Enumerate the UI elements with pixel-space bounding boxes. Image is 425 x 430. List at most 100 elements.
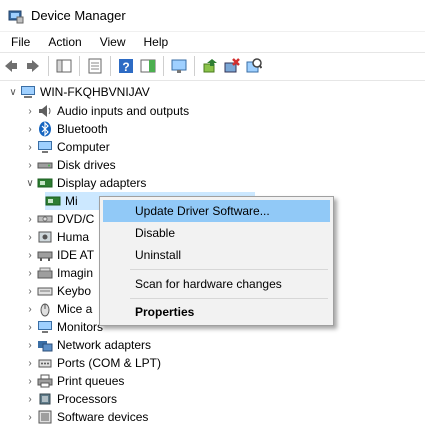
help-icon[interactable]: ?: [115, 55, 137, 77]
chevron-right-icon[interactable]: ›: [23, 318, 37, 336]
chevron-right-icon[interactable]: ›: [23, 210, 37, 228]
tree-item-bluetooth[interactable]: › Bluetooth: [23, 120, 108, 138]
chevron-right-icon[interactable]: ›: [23, 372, 37, 390]
network-adapter-icon: [38, 341, 53, 352]
menu-item-label: Uninstall: [135, 248, 182, 262]
monitor-icon: [38, 321, 52, 333]
tree-item-hid[interactable]: › Huma: [23, 228, 89, 246]
imaging-device-icon: [37, 267, 53, 279]
toolbar-separator: [48, 56, 49, 76]
show-hide-tree-icon[interactable]: [53, 55, 75, 77]
properties-icon[interactable]: [84, 55, 106, 77]
toolbar-separator: [194, 56, 195, 76]
tree-item-network[interactable]: › Network adapters: [23, 336, 151, 354]
menu-view[interactable]: View: [89, 35, 133, 49]
chevron-right-icon[interactable]: ›: [23, 354, 37, 372]
tree-item-label: Mice a: [57, 302, 93, 316]
device-manager-app-icon: [8, 10, 24, 23]
chevron-right-icon[interactable]: ›: [23, 156, 37, 174]
tree-item-audio[interactable]: › Audio inputs and outputs: [23, 102, 189, 120]
tree-item-label: Huma: [57, 230, 90, 244]
tree-item-processors[interactable]: › Processors: [23, 390, 117, 408]
menu-action[interactable]: Action: [37, 35, 88, 49]
svg-text:?: ?: [122, 60, 129, 74]
chevron-down-icon[interactable]: ∨: [6, 83, 20, 101]
chevron-right-icon[interactable]: ›: [23, 336, 37, 354]
menu-update-driver-software[interactable]: Update Driver Software...: [103, 200, 330, 222]
update-driver-icon[interactable]: [199, 55, 221, 77]
tree-item-label: Print queues: [57, 374, 125, 388]
scan-hardware-icon[interactable]: [243, 55, 265, 77]
back-arrow-icon[interactable]: [0, 55, 22, 77]
chevron-right-icon[interactable]: ›: [23, 390, 37, 408]
computer-icon: [21, 86, 35, 98]
chevron-right-icon[interactable]: ›: [23, 408, 37, 426]
chevron-right-icon[interactable]: ›: [23, 228, 37, 246]
tree-item-label: Disk drives: [57, 158, 116, 172]
monitor-icon: [38, 141, 52, 153]
ide-controller-icon: [37, 251, 53, 261]
tree-item-print-queues[interactable]: › Print queues: [23, 372, 124, 390]
tree-item-computer[interactable]: › Computer: [23, 138, 109, 156]
tree-item-keyboards[interactable]: › Keybo: [23, 282, 91, 300]
tree-item-label: Software devices: [57, 410, 149, 424]
tree-item-label: Ports (COM & LPT): [57, 356, 162, 370]
human-interface-icon: [38, 231, 52, 243]
window-title: Device Manager: [31, 8, 126, 23]
uninstall-icon[interactable]: [221, 55, 243, 77]
menu-item-label: Disable: [135, 226, 176, 240]
tree-item-label: Audio inputs and outputs: [57, 104, 190, 118]
forward-arrow-icon[interactable]: [22, 55, 44, 77]
menu-bar: File Action View Help: [0, 31, 425, 53]
display-adapter-icon: [37, 178, 53, 188]
display-adapter-icon: [45, 196, 61, 206]
tree-item-ide[interactable]: › IDE AT: [23, 246, 94, 264]
menu-properties[interactable]: Properties: [103, 301, 330, 323]
chevron-right-icon[interactable]: ›: [23, 120, 37, 138]
menu-separator: [130, 269, 328, 270]
tree-item-label: Keybo: [57, 284, 92, 298]
menu-scan-hardware[interactable]: Scan for hardware changes: [103, 273, 330, 295]
tree-item-imaging[interactable]: › Imagin: [23, 264, 93, 282]
action-pane-icon[interactable]: [137, 55, 159, 77]
tree-item-dvd[interactable]: › DVD/C: [23, 210, 94, 228]
dvd-drive-icon: [37, 215, 53, 223]
software-device-icon: [38, 410, 52, 424]
menu-file[interactable]: File: [0, 35, 37, 49]
chevron-down-icon[interactable]: ∨: [23, 174, 37, 192]
chevron-right-icon[interactable]: ›: [23, 264, 37, 282]
chevron-right-icon[interactable]: ›: [23, 138, 37, 156]
processor-icon: [39, 393, 51, 405]
tree-item-mice[interactable]: › Mice a: [23, 300, 92, 318]
chevron-right-icon[interactable]: ›: [23, 300, 37, 318]
toolbar-separator: [79, 56, 80, 76]
display-icon[interactable]: [168, 55, 190, 77]
menu-help[interactable]: Help: [133, 35, 176, 49]
tree-item-label: IDE AT: [57, 248, 95, 262]
chevron-right-icon[interactable]: ›: [23, 282, 37, 300]
tree-item-display-adapters[interactable]: ∨ Display adapters: [23, 174, 146, 192]
tree-item-monitors[interactable]: › Monitors: [23, 318, 103, 336]
menu-item-label: Update Driver Software...: [135, 204, 270, 218]
menu-item-label: Properties: [135, 305, 195, 319]
tree-item-software-devices[interactable]: › Software devices: [23, 408, 148, 426]
menu-uninstall[interactable]: Uninstall: [103, 244, 330, 266]
title-bar: Device Manager: [0, 0, 425, 32]
chevron-right-icon[interactable]: ›: [23, 246, 37, 264]
menu-item-label: Scan for hardware changes: [135, 277, 282, 291]
tree-item-disk[interactable]: › Disk drives: [23, 156, 116, 174]
tree-root-label: WIN-FKQHBVNIJAV: [40, 85, 150, 99]
menu-separator: [130, 298, 328, 299]
tree-item-label: Imagin: [57, 266, 94, 280]
mouse-icon: [40, 303, 50, 317]
context-menu: Update Driver Software... Disable Uninst…: [99, 196, 334, 326]
toolbar-separator: [163, 56, 164, 76]
tree-root[interactable]: ∨ WIN-FKQHBVNIJAV: [6, 83, 150, 101]
speaker-icon: [39, 105, 51, 117]
port-icon: [38, 359, 52, 368]
disk-drive-icon: [37, 162, 53, 169]
tree-item-ports[interactable]: › Ports (COM & LPT): [23, 354, 161, 372]
chevron-right-icon[interactable]: ›: [23, 102, 37, 120]
toolbar: ?: [0, 52, 425, 81]
menu-disable[interactable]: Disable: [103, 222, 330, 244]
